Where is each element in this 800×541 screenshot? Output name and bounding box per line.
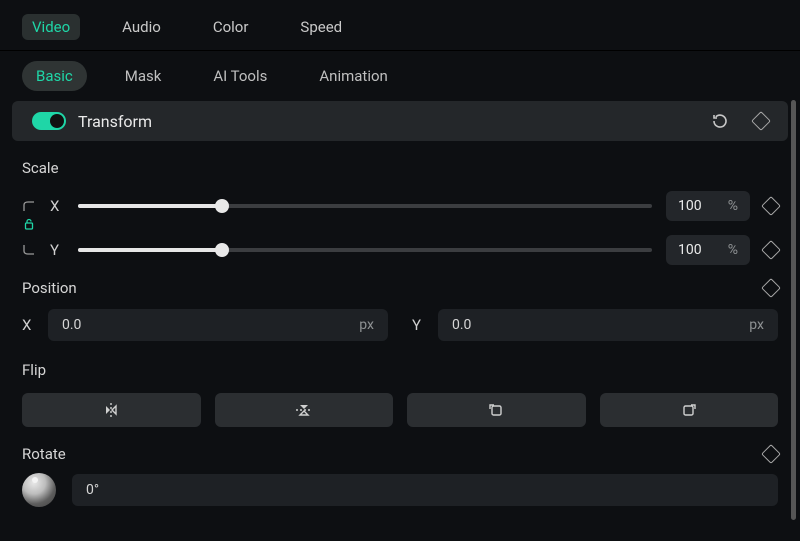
rotate-row: 0° bbox=[22, 473, 778, 507]
scale-y-row: Y 100 % bbox=[22, 235, 778, 265]
flip-buttons bbox=[22, 393, 778, 427]
rotate-keyframe-icon[interactable] bbox=[761, 444, 781, 464]
flip-label: Flip bbox=[22, 361, 778, 379]
flip-horizontal-button[interactable] bbox=[22, 393, 201, 427]
tab-color[interactable]: Color bbox=[203, 14, 259, 40]
reset-icon[interactable] bbox=[710, 111, 730, 131]
rotate-input[interactable]: 0° bbox=[72, 474, 778, 506]
tab-speed[interactable]: Speed bbox=[290, 14, 352, 40]
position-keyframe-icon[interactable] bbox=[761, 278, 781, 298]
scale-y-slider[interactable] bbox=[78, 241, 652, 259]
tab-audio[interactable]: Audio bbox=[112, 14, 171, 40]
scale-x-row: X 100 % bbox=[22, 191, 778, 221]
scrollbar[interactable] bbox=[791, 100, 796, 520]
transform-toggle[interactable] bbox=[32, 112, 66, 130]
transform-panel: Scale X 100 % Y bbox=[0, 141, 800, 507]
subtab-mask[interactable]: Mask bbox=[111, 61, 176, 91]
rotate-cw-button[interactable] bbox=[600, 393, 779, 427]
position-x-letter: X bbox=[22, 316, 36, 334]
position-y-input[interactable]: 0.0 px bbox=[438, 309, 778, 341]
scale-y-keyframe-icon[interactable] bbox=[761, 240, 781, 260]
bracket-top-icon bbox=[22, 199, 36, 213]
scale-x-slider[interactable] bbox=[78, 197, 652, 215]
scale-label: Scale bbox=[22, 159, 778, 177]
subtab-basic[interactable]: Basic bbox=[22, 61, 87, 91]
bracket-bottom-icon bbox=[22, 243, 36, 257]
scale-x-letter: X bbox=[50, 197, 64, 215]
scale-y-letter: Y bbox=[50, 241, 64, 259]
position-label: Position bbox=[22, 279, 77, 297]
transform-title: Transform bbox=[78, 112, 152, 131]
subtab-ai-tools[interactable]: AI Tools bbox=[199, 61, 281, 91]
rotate-label: Rotate bbox=[22, 445, 66, 463]
subtab-animation[interactable]: Animation bbox=[305, 61, 401, 91]
position-row: X 0.0 px Y 0.0 px bbox=[22, 309, 778, 341]
position-y-letter: Y bbox=[412, 316, 426, 334]
scale-x-value[interactable]: 100 % bbox=[666, 191, 750, 221]
transform-header: Transform bbox=[12, 101, 788, 141]
rotate-dial[interactable] bbox=[22, 473, 56, 507]
flip-vertical-button[interactable] bbox=[215, 393, 394, 427]
transform-keyframe-icon[interactable] bbox=[751, 111, 771, 131]
scale-x-keyframe-icon[interactable] bbox=[761, 196, 781, 216]
position-x-input[interactable]: 0.0 px bbox=[48, 309, 388, 341]
lock-icon[interactable] bbox=[22, 217, 36, 231]
scale-y-value[interactable]: 100 % bbox=[666, 235, 750, 265]
sub-tabs: Basic Mask AI Tools Animation bbox=[0, 51, 800, 101]
tab-video[interactable]: Video bbox=[22, 14, 80, 40]
main-tabs: Video Audio Color Speed bbox=[0, 0, 800, 51]
rotate-ccw-button[interactable] bbox=[407, 393, 586, 427]
